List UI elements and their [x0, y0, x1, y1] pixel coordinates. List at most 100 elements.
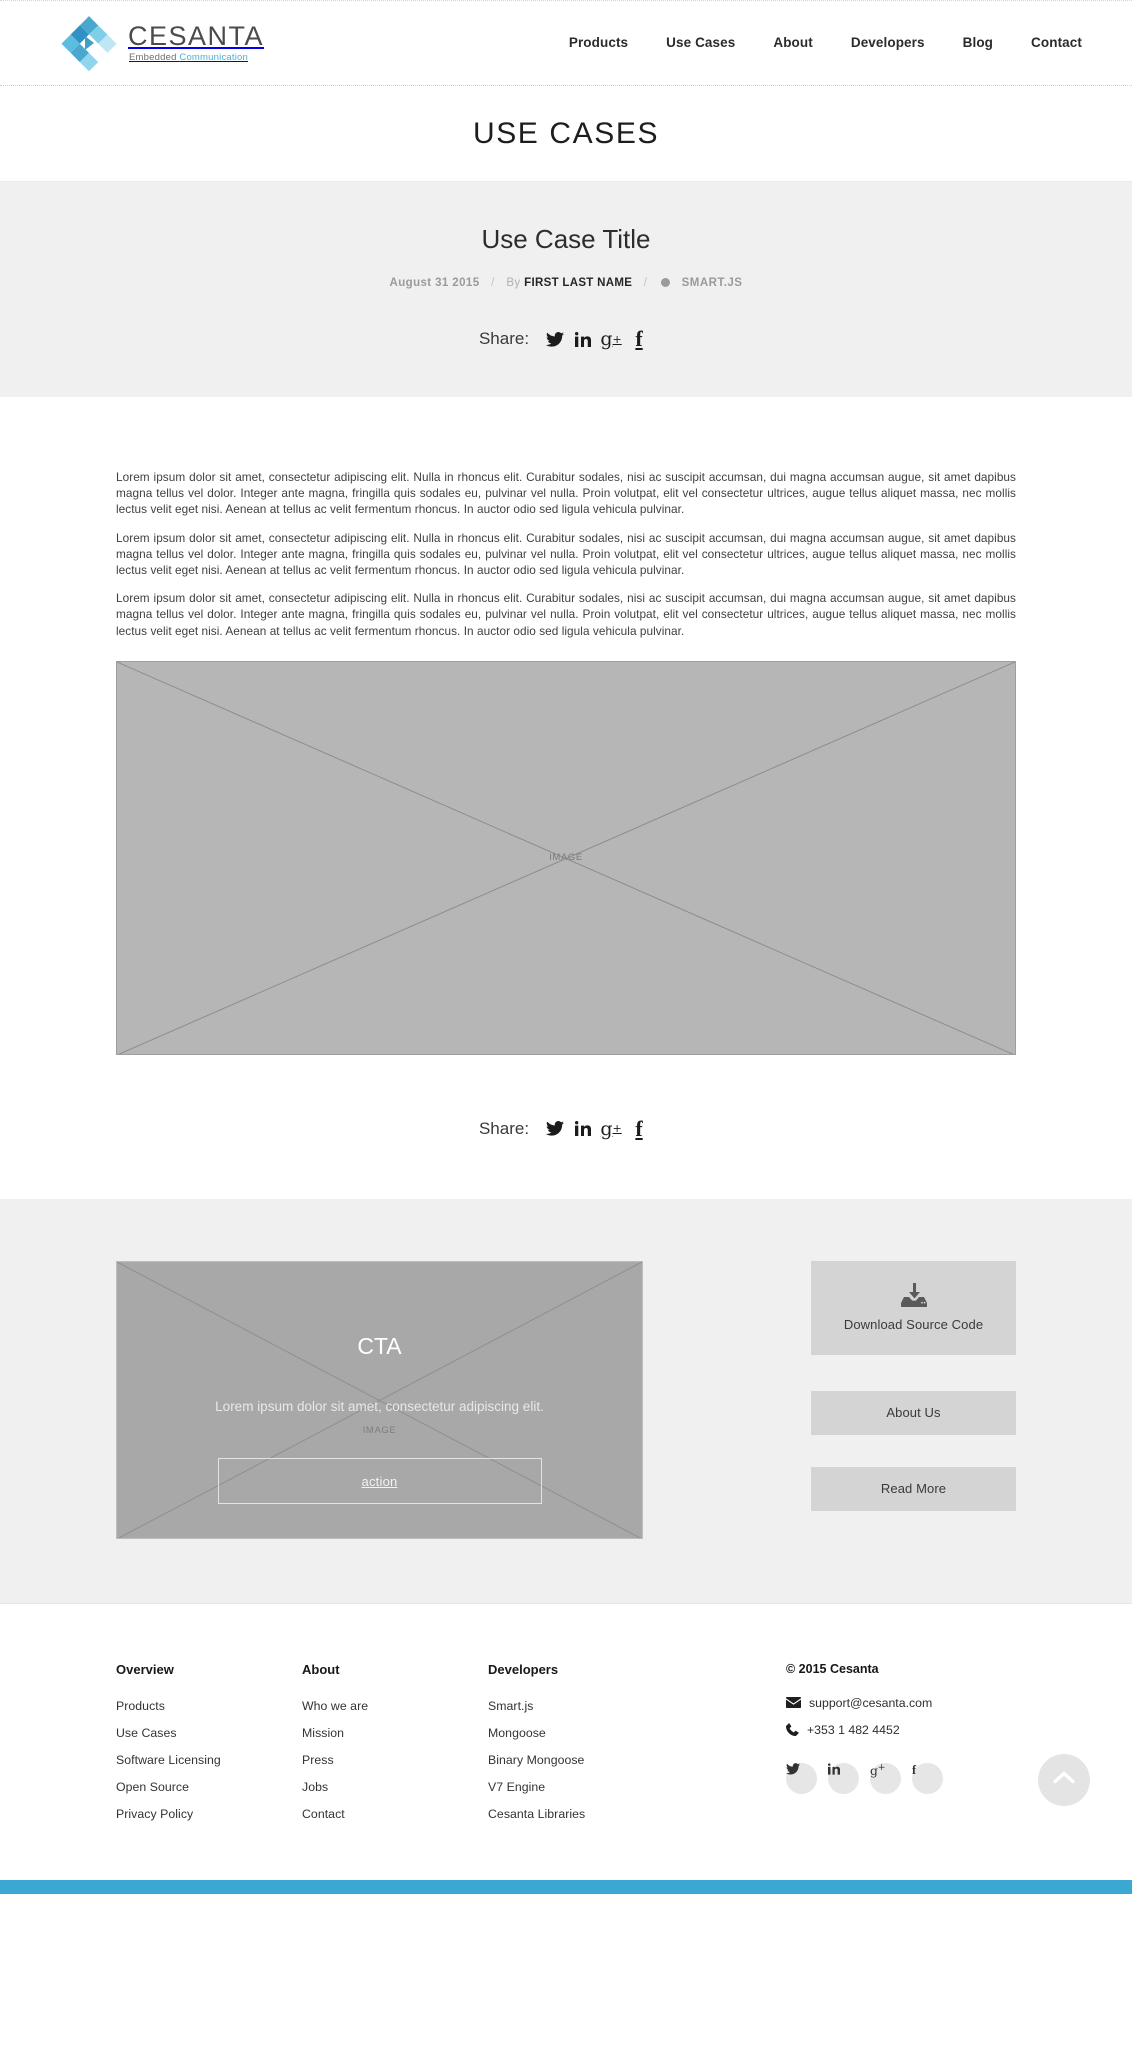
footer-heading: Overview	[116, 1661, 174, 1677]
post-date: August 31 2015	[389, 277, 480, 289]
read-more-button[interactable]: Read More	[811, 1466, 1016, 1511]
footer-link-mongoose[interactable]: Mongoose	[488, 1726, 674, 1740]
footer-accent-bar	[0, 1879, 1132, 1894]
article-paragraph: Lorem ipsum dolor sit amet, consectetur …	[116, 530, 1016, 578]
cesanta-logo-icon	[60, 14, 118, 72]
download-source-code-button[interactable]: Download Source Code	[811, 1260, 1016, 1355]
page-root: CESANTA Embedded Communication Products …	[0, 0, 1132, 1894]
linkedin-icon[interactable]	[827, 1762, 859, 1794]
about-us-label: About Us	[886, 1405, 941, 1421]
nav-item-products[interactable]: Products	[569, 35, 628, 50]
footer-link-binary-mongoose[interactable]: Binary Mongoose	[488, 1753, 674, 1767]
scroll-to-top-button[interactable]	[1038, 1753, 1090, 1806]
post-category: SMART.JS	[681, 277, 743, 289]
page-title: USE CASES	[472, 116, 660, 150]
footer-social-row: g+ f	[786, 1762, 1016, 1807]
facebook-icon[interactable]: f	[625, 1116, 653, 1141]
read-more-label: Read More	[880, 1481, 947, 1497]
linkedin-icon[interactable]	[569, 327, 597, 351]
meta-separator-1: /	[491, 277, 495, 289]
cta-image-placeholder-label: IMAGE	[362, 1425, 397, 1437]
nav-item-about[interactable]: About	[773, 35, 812, 50]
footer-link-v7-engine[interactable]: V7 Engine	[488, 1780, 674, 1794]
logo-tagline-part2: Communication	[179, 51, 248, 63]
googleplus-icon[interactable]: g+	[870, 1762, 901, 1794]
footer-link-use-cases[interactable]: Use Cases	[116, 1726, 302, 1740]
nav-item-blog[interactable]: Blog	[963, 35, 993, 50]
nav-item-contact[interactable]: Contact	[1031, 35, 1082, 50]
footer-link-jobs[interactable]: Jobs	[302, 1780, 488, 1794]
twitter-icon[interactable]	[541, 1117, 569, 1141]
footer-heading: Developers	[488, 1661, 559, 1677]
main-navigation: Products Use Cases About Developers Blog…	[569, 35, 1092, 50]
meta-separator-2: /	[643, 277, 648, 289]
logo-tagline: Embedded Communication	[129, 53, 264, 63]
cta-subtitle: Lorem ipsum dolor sit amet, consectetur …	[215, 1399, 544, 1415]
footer-email-text: support@cesanta.com	[809, 1695, 933, 1710]
share-label: Share:	[478, 329, 530, 348]
site-footer: Overview Products Use Cases Software Lic…	[0, 1602, 1132, 1880]
site-logo[interactable]: CESANTA Embedded Communication	[60, 14, 264, 72]
phone-icon	[786, 1723, 799, 1737]
article-paragraph: Lorem ipsum dolor sit amet, consectetur …	[116, 591, 1016, 638]
linkedin-icon[interactable]	[569, 1117, 597, 1141]
copyright-text: © 2015 Cesanta	[786, 1661, 879, 1676]
footer-link-mission[interactable]: Mission	[302, 1726, 488, 1740]
post-meta: August 31 2015 / By FIRST LAST NAME / SM…	[0, 277, 1132, 289]
share-label: Share:	[478, 1118, 530, 1138]
logo-wordmark: CESANTA	[128, 20, 265, 51]
footer-phone-text: +353 1 482 4452	[807, 1722, 900, 1737]
site-header: CESANTA Embedded Communication Products …	[0, 0, 1132, 86]
download-source-code-label: Download Source Code	[843, 1317, 984, 1333]
googleplus-icon[interactable]: g+	[597, 1117, 625, 1141]
logo-tagline-part1: Embedded	[129, 51, 180, 63]
page-title-band: USE CASES	[0, 86, 1132, 182]
post-author: FIRST LAST NAME	[524, 277, 633, 289]
share-row-top: Share: g + f	[0, 326, 1132, 351]
cta-action-button[interactable]: action	[217, 1458, 542, 1505]
footer-heading: About	[302, 1661, 340, 1677]
category-dot-icon	[661, 277, 670, 287]
footer-link-press[interactable]: Press	[302, 1753, 488, 1767]
post-by-label: By	[506, 277, 521, 289]
post-hero: Use Case Title August 31 2015 / By FIRST…	[0, 182, 1132, 397]
footer-outer: Overview Products Use Cases Software Lic…	[0, 1602, 1132, 1880]
nav-item-use-cases[interactable]: Use Cases	[666, 35, 735, 50]
image-placeholder-label: IMAGE	[549, 852, 583, 864]
post-title: Use Case Title	[481, 224, 651, 254]
footer-column-contact: © 2015 Cesanta support@cesanta.com +353 …	[786, 1662, 1016, 1834]
twitter-icon[interactable]	[541, 327, 569, 351]
chevron-up-icon	[1052, 1770, 1076, 1790]
nav-item-developers[interactable]: Developers	[851, 35, 925, 50]
footer-column-overview: Overview Products Use Cases Software Lic…	[116, 1662, 302, 1834]
footer-link-contact[interactable]: Contact	[302, 1807, 488, 1821]
article-image-placeholder: IMAGE	[116, 660, 1016, 1055]
facebook-icon[interactable]: f	[912, 1762, 943, 1794]
cta-section: CTA Lorem ipsum dolor sit amet, consecte…	[0, 1198, 1132, 1603]
download-icon	[900, 1283, 928, 1310]
cta-block: CTA Lorem ipsum dolor sit amet, consecte…	[116, 1260, 643, 1539]
cta-title: CTA	[357, 1333, 402, 1360]
footer-link-products[interactable]: Products	[116, 1699, 302, 1713]
facebook-icon[interactable]: f	[625, 326, 653, 351]
footer-phone-row[interactable]: +353 1 482 4452	[786, 1723, 1016, 1737]
googleplus-icon[interactable]: g+	[597, 327, 625, 351]
footer-column-developers: Developers Smart.js Mongoose Binary Mong…	[488, 1662, 674, 1834]
footer-link-open-source[interactable]: Open Source	[116, 1780, 302, 1794]
footer-link-privacy-policy[interactable]: Privacy Policy	[116, 1807, 302, 1821]
footer-link-who-we-are[interactable]: Who we are	[302, 1699, 488, 1713]
footer-email-row[interactable]: support@cesanta.com	[786, 1696, 1016, 1710]
cta-sidebar: Download Source Code About Us Read More	[811, 1260, 1016, 1539]
footer-link-smart-js[interactable]: Smart.js	[488, 1699, 674, 1713]
article-paragraph: Lorem ipsum dolor sit amet, consectetur …	[116, 470, 1016, 517]
footer-link-cesanta-libraries[interactable]: Cesanta Libraries	[488, 1807, 674, 1821]
footer-link-software-licensing[interactable]: Software Licensing	[116, 1753, 302, 1767]
twitter-icon[interactable]	[786, 1762, 817, 1794]
article-section: Lorem ipsum dolor sit amet, consectetur …	[0, 397, 1132, 1199]
about-us-button[interactable]: About Us	[811, 1390, 1016, 1435]
share-row-bottom: Share: g + f	[478, 1116, 653, 1141]
footer-column-about: About Who we are Mission Press Jobs Cont…	[302, 1662, 488, 1834]
envelope-icon	[786, 1697, 801, 1709]
